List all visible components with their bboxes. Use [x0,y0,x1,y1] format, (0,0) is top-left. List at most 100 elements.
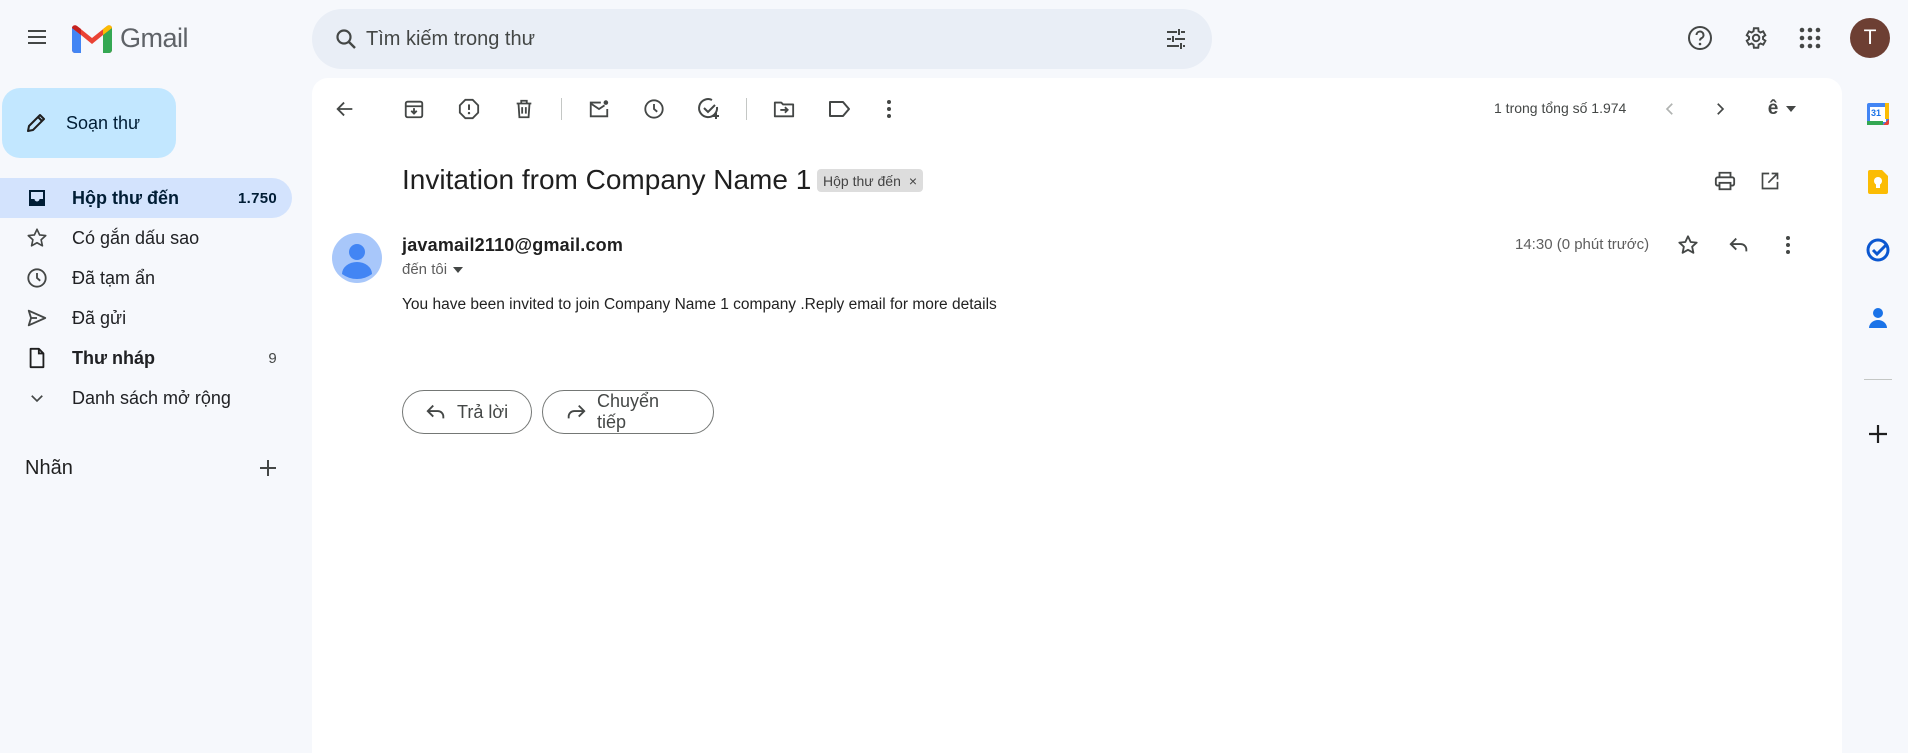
email-view-panel: 1 trong tổng số 1.974 ê Invitation from … [312,78,1842,753]
labels-button[interactable] [819,89,859,129]
recipient-details-toggle[interactable]: đến tôi [402,261,464,278]
snooze-button[interactable] [634,89,674,129]
reply-pill-button[interactable]: Trả lời [402,390,532,434]
nav-item-sent[interactable]: Đã gửi [0,298,292,338]
nav-item-inbox[interactable]: Hộp thư đến 1.750 [0,178,292,218]
more-vert-icon [1786,236,1790,254]
tune-icon [1167,29,1185,49]
print-all-button[interactable] [1705,161,1745,201]
settings-button[interactable] [1731,14,1779,62]
chevron-right-icon [1717,103,1725,115]
inbox-icon [25,186,49,210]
labels-title: Nhãn [25,456,73,479]
nav-label: Thư nháp [72,347,156,368]
keep-lightbulb-icon [1868,170,1888,194]
more-options-button[interactable] [869,89,909,129]
label-chip-text: Hộp thư đến [823,172,901,189]
reply-label: Trả lời [457,401,509,422]
get-addons-button[interactable] [1862,418,1894,450]
star-message-button[interactable] [1668,225,1708,265]
nav-label: Có gắn dấu sao [72,227,200,248]
more-vert-icon [887,100,891,118]
contacts-app-button[interactable] [1862,302,1894,334]
forward-pill-button[interactable]: Chuyển tiếp [542,390,714,434]
draft-file-icon [25,346,49,370]
unread-count: 1.750 [237,189,277,207]
forward-label: Chuyển tiếp [596,391,660,432]
delete-button[interactable] [504,89,544,129]
email-body: You have been invited to join Company Na… [402,296,997,313]
nav-label: Đã tạm ẩn [72,267,156,288]
input-tools-button[interactable]: ê [1752,89,1812,129]
gear-icon [1745,27,1767,49]
compose-button[interactable]: Soạn thư [2,88,176,158]
toolbar-divider [746,98,747,120]
nav-label: Đã gửi [72,307,127,328]
newer-button[interactable] [1650,89,1690,129]
person-avatar-icon [332,233,382,283]
caret-down-icon [1786,106,1797,112]
add-to-tasks-button[interactable] [689,89,729,129]
reply-icon [426,404,445,419]
move-to-button[interactable] [764,89,804,129]
labels-section-header: Nhãn [25,453,283,483]
search-bar[interactable] [312,9,1212,69]
mark-unread-button[interactable] [579,89,619,129]
hamburger-icon [28,30,46,44]
apps-grid-icon [1799,27,1821,49]
back-button[interactable] [325,89,365,129]
create-label-button[interactable] [253,453,283,483]
report-spam-button[interactable] [449,89,489,129]
add-task-icon [698,98,719,119]
open-in-new-icon [1761,172,1779,190]
message-timestamp: 14:30 (0 phút trước) [1515,236,1650,253]
nav-item-more[interactable]: Danh sách mở rộng [0,378,292,418]
nav-label: Danh sách mở rộng [72,387,231,408]
account-avatar[interactable]: T [1850,18,1890,58]
label-icon [829,101,850,117]
nav-item-drafts[interactable]: Thư nháp 9 [0,338,292,378]
drafts-count: 9 [268,349,277,367]
plus-icon [260,460,276,476]
nav-label: Hộp thư đến [72,187,180,208]
compose-label: Soạn thư [66,112,141,133]
side-panel-divider [1864,379,1892,380]
chevron-down-icon [25,386,49,410]
support-button[interactable] [1676,14,1724,62]
gmail-logo[interactable]: Gmail [72,20,189,56]
move-to-folder-icon [773,101,795,118]
star-icon [25,226,49,250]
reply-button[interactable] [1719,225,1759,265]
open-in-new-window-button[interactable] [1750,161,1790,201]
main-menu-button[interactable] [13,13,61,61]
google-apps-button[interactable] [1786,14,1834,62]
input-tool-glyph: ê [1767,98,1779,119]
search-input[interactable] [366,9,1126,69]
reply-icon [1729,237,1748,252]
mark-unread-icon [589,100,609,118]
sender-avatar[interactable] [332,233,382,283]
pencil-icon [27,114,45,132]
search-options-button[interactable] [1152,15,1200,63]
caret-down-icon [453,266,464,273]
contacts-person-icon [1869,308,1887,328]
tasks-app-button[interactable] [1862,234,1894,266]
archive-button[interactable] [394,89,434,129]
nav-item-starred[interactable]: Có gắn dấu sao [0,218,292,258]
plus-icon [1869,425,1887,443]
nav-item-snoozed[interactable]: Đã tạm ẩn [0,258,292,298]
gmail-wordmark: Gmail [120,22,189,53]
sender-email[interactable]: javamail2110@gmail.com [402,235,623,256]
message-more-button[interactable] [1768,225,1808,265]
chevron-left-icon [1665,103,1673,115]
keep-app-button[interactable] [1862,166,1894,198]
pagination-text: 1 trong tổng số 1.974 [1494,100,1627,116]
report-icon [458,98,480,120]
remove-label-button[interactable]: × [909,173,917,189]
search-button[interactable] [322,15,370,63]
print-icon [1714,171,1736,191]
tasks-check-icon [1866,238,1890,262]
older-button[interactable] [1700,89,1740,129]
label-chip-inbox[interactable]: Hộp thư đến × [817,169,924,192]
calendar-app-button[interactable]: 31 [1862,98,1894,130]
